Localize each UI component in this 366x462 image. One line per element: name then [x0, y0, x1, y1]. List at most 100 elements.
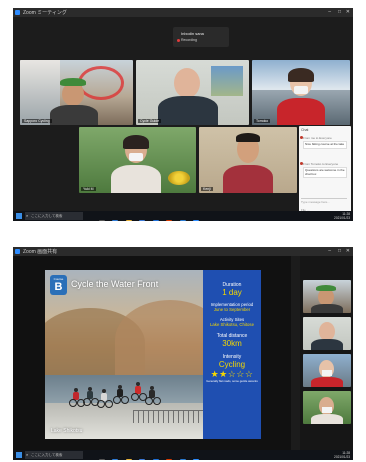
video-tile[interactable]: Tomoko [252, 60, 350, 125]
distance-value: 30km [222, 339, 242, 348]
minimize-icon[interactable]: – [328, 248, 331, 254]
participant-body [111, 165, 161, 193]
chat-title: Chat [301, 128, 309, 132]
zoom-taskbar-icon[interactable] [193, 459, 200, 460]
participant-hair [123, 135, 149, 149]
video-tile[interactable]: Yuki M [79, 127, 196, 193]
video-tile[interactable] [303, 280, 351, 313]
folder-icon[interactable] [125, 459, 132, 460]
video-tile[interactable] [303, 317, 351, 350]
chat-input[interactable]: Type message here... [301, 198, 347, 206]
video-tile[interactable]: Cycle Guide [136, 60, 249, 125]
chat-message: From Tomoko to Everyone Questions are we… [300, 162, 347, 179]
participant-hair [288, 68, 314, 82]
windows-taskbar: ⌕ ここに入力して検索 11:28 2021/01/23 [13, 450, 353, 460]
face-mask [294, 86, 308, 94]
participant-name: Kenji [201, 187, 213, 191]
chat-message: From me to Everyone Nice biking course a… [300, 136, 347, 149]
taskbar-apps [99, 452, 202, 460]
participant-body [311, 377, 343, 387]
participant-face [174, 68, 200, 98]
participant-name: Yuki M [81, 187, 96, 191]
participant-body [311, 339, 343, 350]
search-placeholder: ここに入力して検索 [31, 453, 63, 457]
video-tile[interactable]: Kenji [199, 127, 297, 193]
avatar [300, 162, 303, 165]
face-mask [322, 370, 332, 376]
flowers [168, 171, 190, 185]
outlook-icon[interactable] [152, 459, 159, 460]
photo-location: Lake Shikotsu [51, 428, 83, 434]
windows-start-icon[interactable] [16, 213, 22, 219]
site-value: Lake Shikotsu, Chitose [210, 322, 254, 327]
system-tray-clock[interactable]: 11:28 2021/01/23 [334, 212, 350, 220]
notice-title: Inbodin sana [181, 31, 204, 36]
course-info-panel: Duration 1 day Implementation period Jun… [203, 270, 261, 439]
recording-dot-icon [177, 39, 180, 42]
participant-sidebar [300, 256, 353, 450]
chat-sender: From me to Everyone [303, 136, 332, 140]
green-cap [316, 285, 336, 291]
recording-notice: Inbodin sana Recording [173, 27, 229, 47]
windows-taskbar: ⌕ ここに入力して検索 11:28 2021/01/23 [13, 211, 353, 221]
task-view-icon[interactable] [99, 220, 105, 221]
video-tile[interactable] [303, 354, 351, 387]
powerpoint-icon[interactable] [166, 459, 173, 460]
search-icon: ⌕ [26, 452, 29, 457]
system-tray-clock[interactable]: 11:28 2021/01/23 [334, 451, 350, 459]
close-icon[interactable]: ✕ [346, 9, 350, 15]
notice-subtitle: Recording [181, 38, 197, 42]
course-badge: Course B [50, 275, 67, 295]
wall-picture [211, 66, 243, 96]
avatar [300, 136, 303, 139]
clock-date: 2021/01/23 [334, 216, 350, 220]
green-cap [60, 78, 86, 86]
guard-rail [133, 410, 203, 423]
face-mask [322, 407, 332, 413]
search-icon: ⌕ [26, 213, 29, 218]
video-tile[interactable]: Sapporo Cycling [20, 60, 133, 125]
store-icon[interactable] [139, 220, 146, 221]
shared-screen: Course B Cycle the Water Front Lake Shik… [13, 256, 291, 450]
participant-body [311, 304, 343, 313]
search-placeholder: ここに入力して検索 [31, 214, 63, 218]
taskbar-search-input[interactable]: ⌕ ここに入力して検索 [25, 212, 83, 220]
folder-icon[interactable] [125, 220, 132, 221]
word-icon[interactable] [179, 220, 186, 221]
windows-start-icon[interactable] [16, 452, 22, 458]
participant-hair [236, 133, 260, 142]
word-icon[interactable] [179, 459, 186, 460]
edge-icon[interactable] [112, 459, 119, 460]
taskbar-apps [99, 213, 202, 221]
zoom-taskbar-icon[interactable] [193, 220, 200, 221]
powerpoint-icon[interactable] [166, 220, 173, 221]
taskbar-search-input[interactable]: ⌕ ここに入力して検索 [25, 451, 83, 459]
participant-body [158, 96, 218, 125]
window-title: Zoom 画面共有 [23, 249, 58, 255]
duration-value: 1 day [222, 288, 242, 297]
maximize-icon[interactable]: □ [338, 248, 341, 254]
zoom-screenshare-screenshot: Zoom 画面共有 – □ ✕ Course B Cycle the Water… [13, 247, 353, 460]
presentation-slide: Course B Cycle the Water Front Lake Shik… [45, 270, 261, 439]
window-titlebar: Zoom ミーティング – □ ✕ [13, 8, 353, 17]
window-title: Zoom ミーティング [23, 10, 67, 16]
edge-icon[interactable] [112, 220, 119, 221]
store-icon[interactable] [139, 459, 146, 460]
participant-body [311, 414, 343, 424]
zoom-app-icon [15, 249, 20, 254]
face-mask [129, 153, 143, 161]
zoom-app-icon [15, 10, 20, 15]
chat-text: Nice biking course at the lake [303, 141, 347, 149]
slide-title: Cycle the Water Front [71, 279, 159, 289]
chat-text: Questions are welcome in the chat box [303, 167, 347, 179]
outlook-icon[interactable] [152, 220, 159, 221]
zoom-gallery-screenshot: Zoom ミーティング – □ ✕ Inbodin sana Recording… [13, 8, 353, 221]
participant-body [223, 165, 273, 193]
video-tile[interactable] [303, 391, 351, 424]
minimize-icon[interactable]: – [328, 9, 331, 15]
close-icon[interactable]: ✕ [346, 248, 350, 254]
chat-sender: From Tomoko to Everyone [303, 162, 339, 166]
chat-panel: Chat From me to Everyone Nice biking cou… [299, 126, 351, 214]
task-view-icon[interactable] [99, 459, 105, 460]
maximize-icon[interactable]: □ [338, 9, 341, 15]
